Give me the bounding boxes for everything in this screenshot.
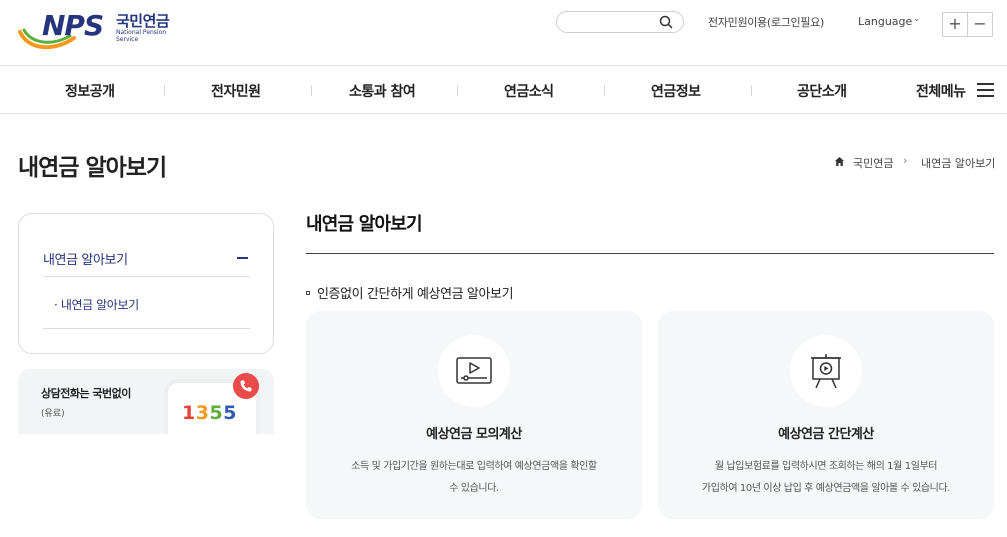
gnb-divider: [457, 85, 458, 96]
gnb-item-news[interactable]: 연금소식: [504, 81, 554, 101]
gnb-item-about[interactable]: 공단소개: [797, 81, 847, 101]
all-menu-button[interactable]: 전체메뉴: [916, 81, 966, 101]
divider: [43, 328, 250, 329]
collapse-icon[interactable]: [237, 257, 248, 259]
gnb-divider: [164, 85, 165, 96]
video-player-icon: [438, 335, 510, 407]
hamburger-icon[interactable]: [977, 83, 994, 97]
presentation-screen-icon: [790, 335, 862, 407]
gnb-item-info[interactable]: 정보공개: [65, 81, 115, 101]
search-input[interactable]: [556, 11, 684, 33]
simple-calculation-card[interactable]: 예상연금 간단계산 월 납입보험료를 입력하시면 조회하는 해의 1월 1일부터…: [658, 311, 994, 519]
card-description: 소득 및 가입기간을 원하는대로 입력하여 예상연금액을 확인할 수 있습니다.: [351, 461, 597, 494]
gnb-item-e-civil[interactable]: 전자민원: [211, 81, 261, 101]
section-heading: 인증없이 간단하게 예상연금 알아보기: [306, 283, 514, 302]
breadcrumb-item[interactable]: 국민연금: [853, 155, 893, 171]
breadcrumb-separator: ›: [903, 154, 908, 167]
card-title: 예상연금 간단계산: [778, 427, 874, 442]
logo-korean: 국민연금: [116, 12, 170, 30]
card-title: 예상연금 모의계산: [426, 427, 522, 442]
banner-title: 상담전화는 국번없이: [41, 387, 131, 400]
gnb-divider: [604, 85, 605, 96]
side-navigation: 내연금 알아보기 · 내연금 알아보기: [18, 213, 274, 354]
gnb-divider: [311, 85, 312, 96]
side-nav-title[interactable]: 내연금 알아보기: [43, 249, 128, 268]
mock-calculation-card[interactable]: 예상연금 모의계산 소득 및 가입기간을 원하는대로 입력하여 예상연금액을 확…: [306, 311, 642, 519]
main-navigation: 정보공개 전자민원 소통과 참여 연금소식 연금정보 공단소개 전체메뉴: [0, 66, 1007, 114]
content-title: 내연금 알아보기: [306, 214, 423, 235]
gnb-item-communication[interactable]: 소통과 참여: [349, 81, 416, 101]
search-icon[interactable]: [659, 15, 673, 29]
title-divider: [306, 253, 994, 254]
nps-logo[interactable]: NPS 국민연금 National Pension Service: [18, 6, 188, 54]
gnb-divider: [751, 85, 752, 96]
gnb-item-pension-info[interactable]: 연금정보: [651, 81, 701, 101]
call-center-banner: 상담전화는 국번없이 (유료) 1355: [18, 369, 274, 434]
phone-call-icon: [233, 373, 259, 399]
page-title: 내연금 알아보기: [18, 155, 167, 181]
breadcrumb-current: 내연금 알아보기: [921, 157, 996, 170]
home-icon[interactable]: [834, 156, 845, 167]
language-select[interactable]: Language: [858, 15, 912, 28]
zoom-out-button[interactable]: −: [967, 12, 993, 37]
side-nav-item[interactable]: · 내연금 알아보기: [54, 296, 139, 313]
logo-english: National Pension Service: [116, 29, 167, 43]
site-header: NPS 국민연금 National Pension Service 전자민원이용…: [0, 0, 1007, 66]
divider: [43, 276, 250, 277]
chevron-down-icon: ⌄: [913, 14, 921, 24]
square-bullet-icon: [306, 290, 310, 295]
call-center-number: 1355: [182, 402, 237, 424]
logo-text: NPS: [42, 9, 104, 42]
banner-subtitle: (유료): [41, 409, 65, 419]
zoom-in-button[interactable]: +: [942, 12, 968, 37]
e-civil-link[interactable]: 전자민원이용(로그인필요): [708, 14, 824, 30]
card-description: 월 납입보험료를 입력하시면 조회하는 해의 1월 1일부터 가입하여 10년 이…: [701, 461, 951, 494]
